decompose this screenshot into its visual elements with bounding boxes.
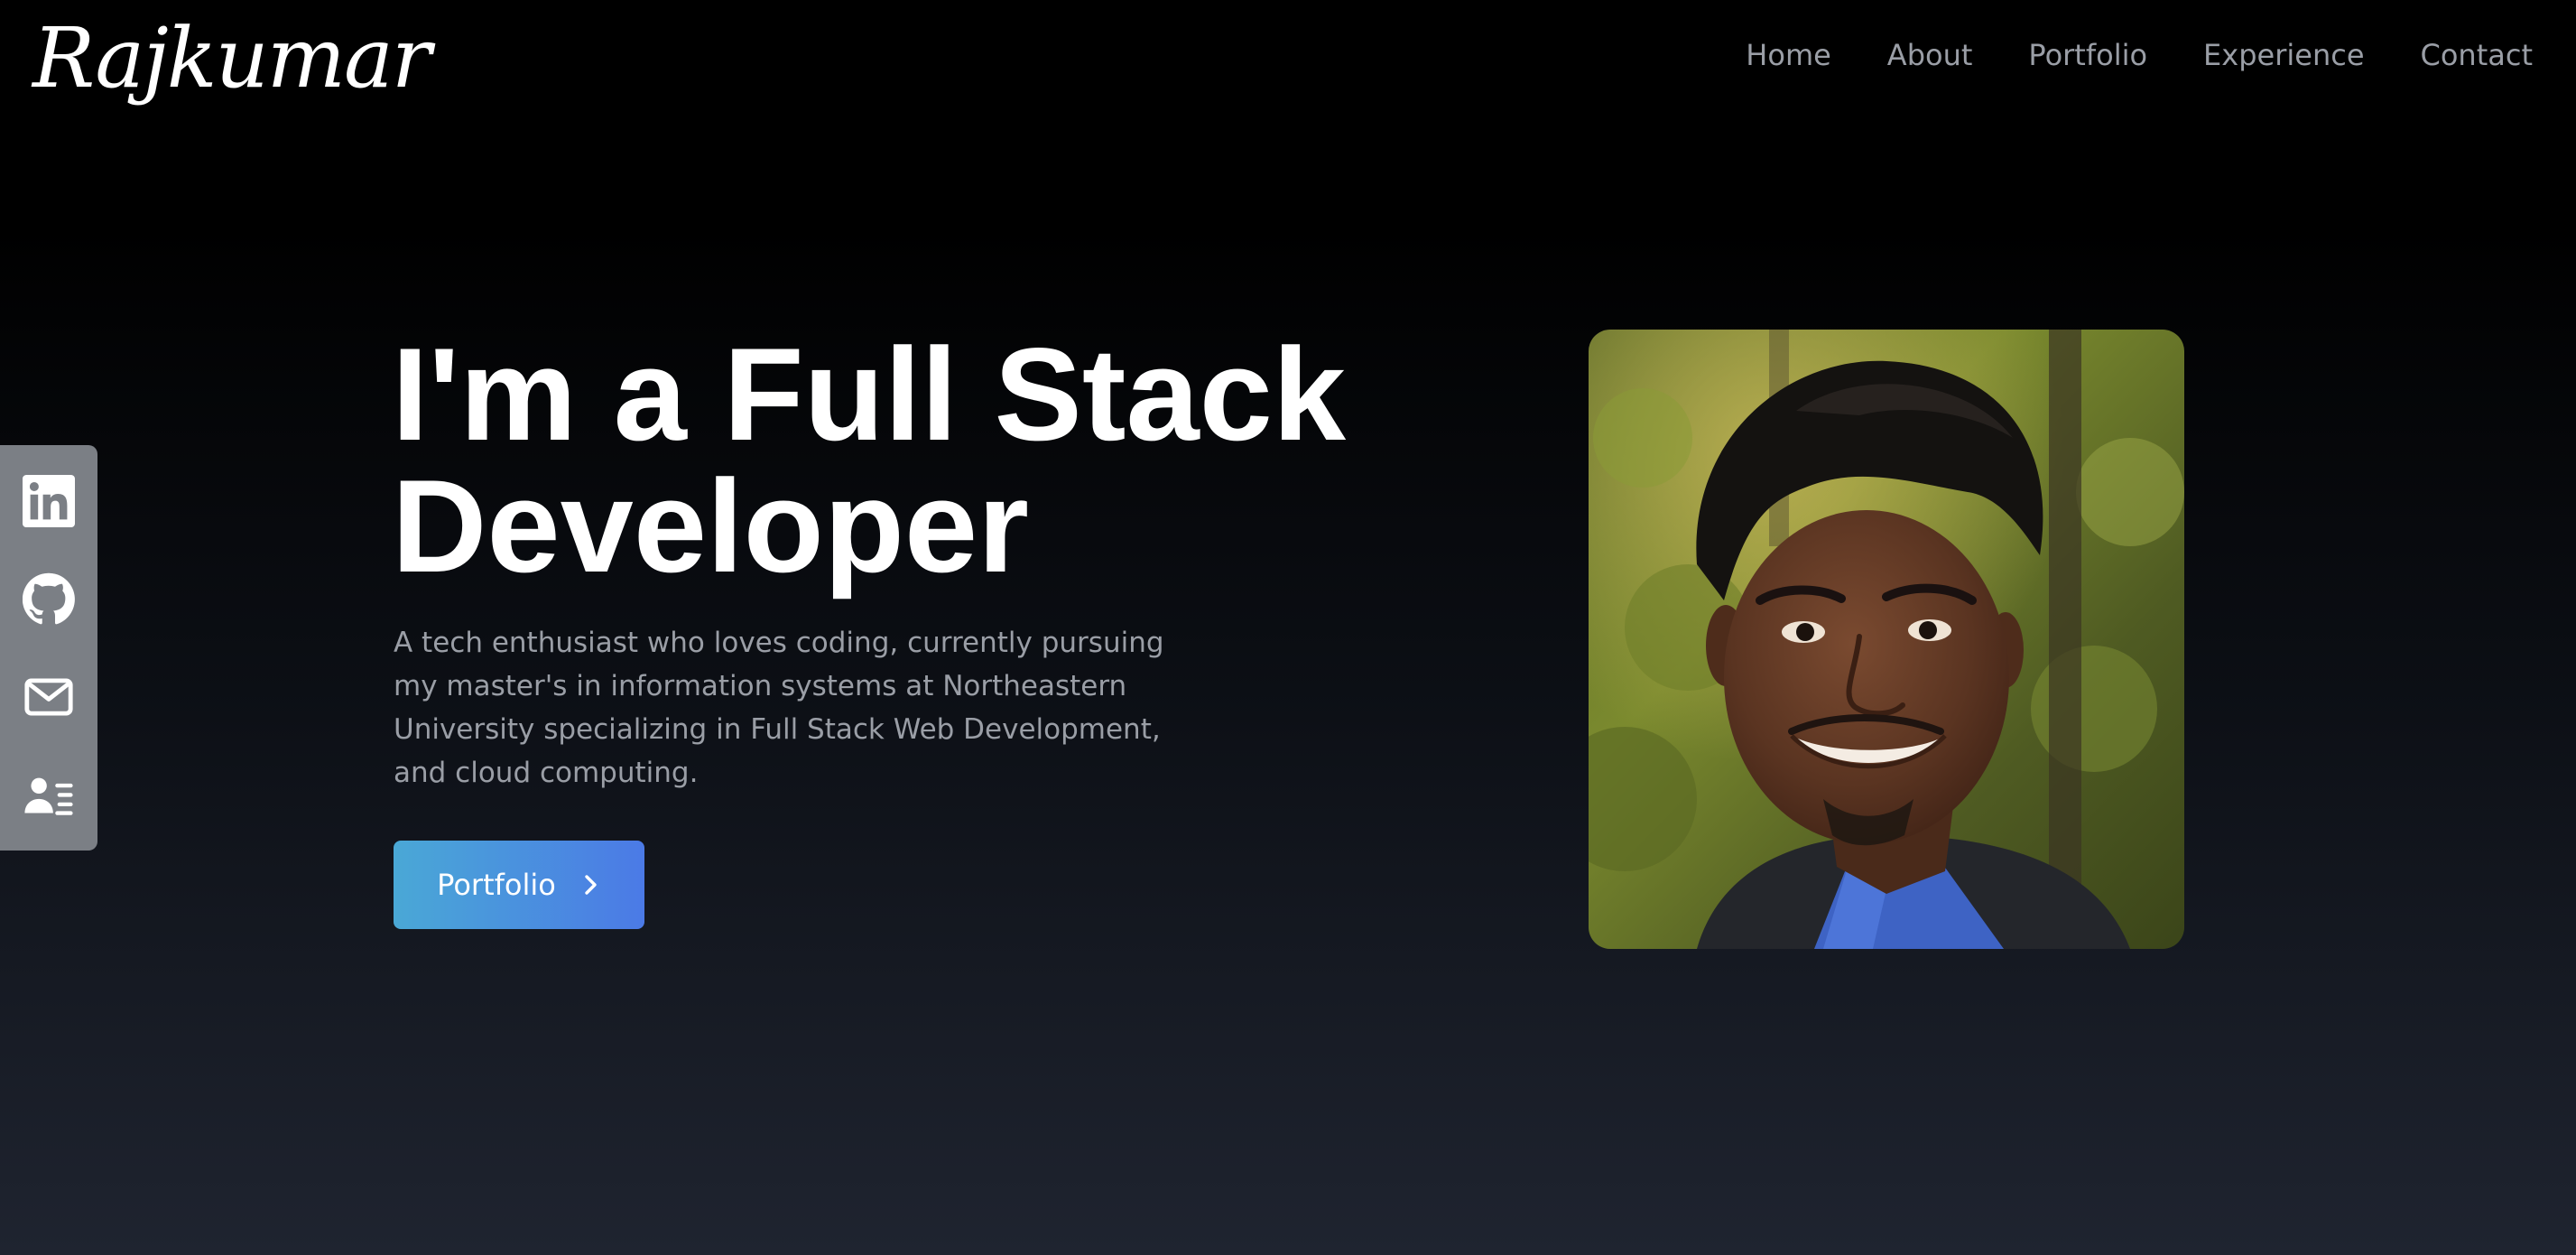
hero-title: I'm a Full Stack Developer	[392, 329, 1475, 592]
linkedin-icon	[23, 475, 75, 528]
hero-description: A tech enthusiast who loves coding, curr…	[394, 627, 1164, 789]
portfolio-button-label: Portfolio	[437, 868, 556, 902]
email-link[interactable]	[22, 670, 76, 724]
profile-photo	[1589, 330, 2184, 949]
chevron-right-icon	[585, 875, 597, 895]
contact-card-icon	[24, 777, 73, 815]
hero-title-line-1: I'm a Full Stack	[392, 321, 1347, 468]
github-icon	[23, 573, 75, 625]
linkedin-link[interactable]	[22, 474, 76, 528]
nav-portfolio[interactable]: Portfolio	[2028, 38, 2147, 72]
resume-link[interactable]	[22, 767, 76, 822]
profile-photo-illustration	[1589, 330, 2184, 949]
nav-contact[interactable]: Contact	[2421, 38, 2534, 72]
main-nav: Home About Portfolio Experience Contact	[1746, 38, 2533, 72]
hero-title-line-2: Developer	[392, 452, 1029, 600]
social-sidebar	[0, 445, 97, 851]
mail-icon	[24, 678, 73, 716]
portfolio-button[interactable]: Portfolio	[394, 841, 644, 929]
github-link[interactable]	[22, 572, 76, 626]
nav-home[interactable]: Home	[1746, 38, 1831, 72]
site-logo[interactable]: Rajkumar	[32, 4, 431, 112]
nav-about[interactable]: About	[1887, 38, 1973, 72]
nav-experience[interactable]: Experience	[2203, 38, 2364, 72]
